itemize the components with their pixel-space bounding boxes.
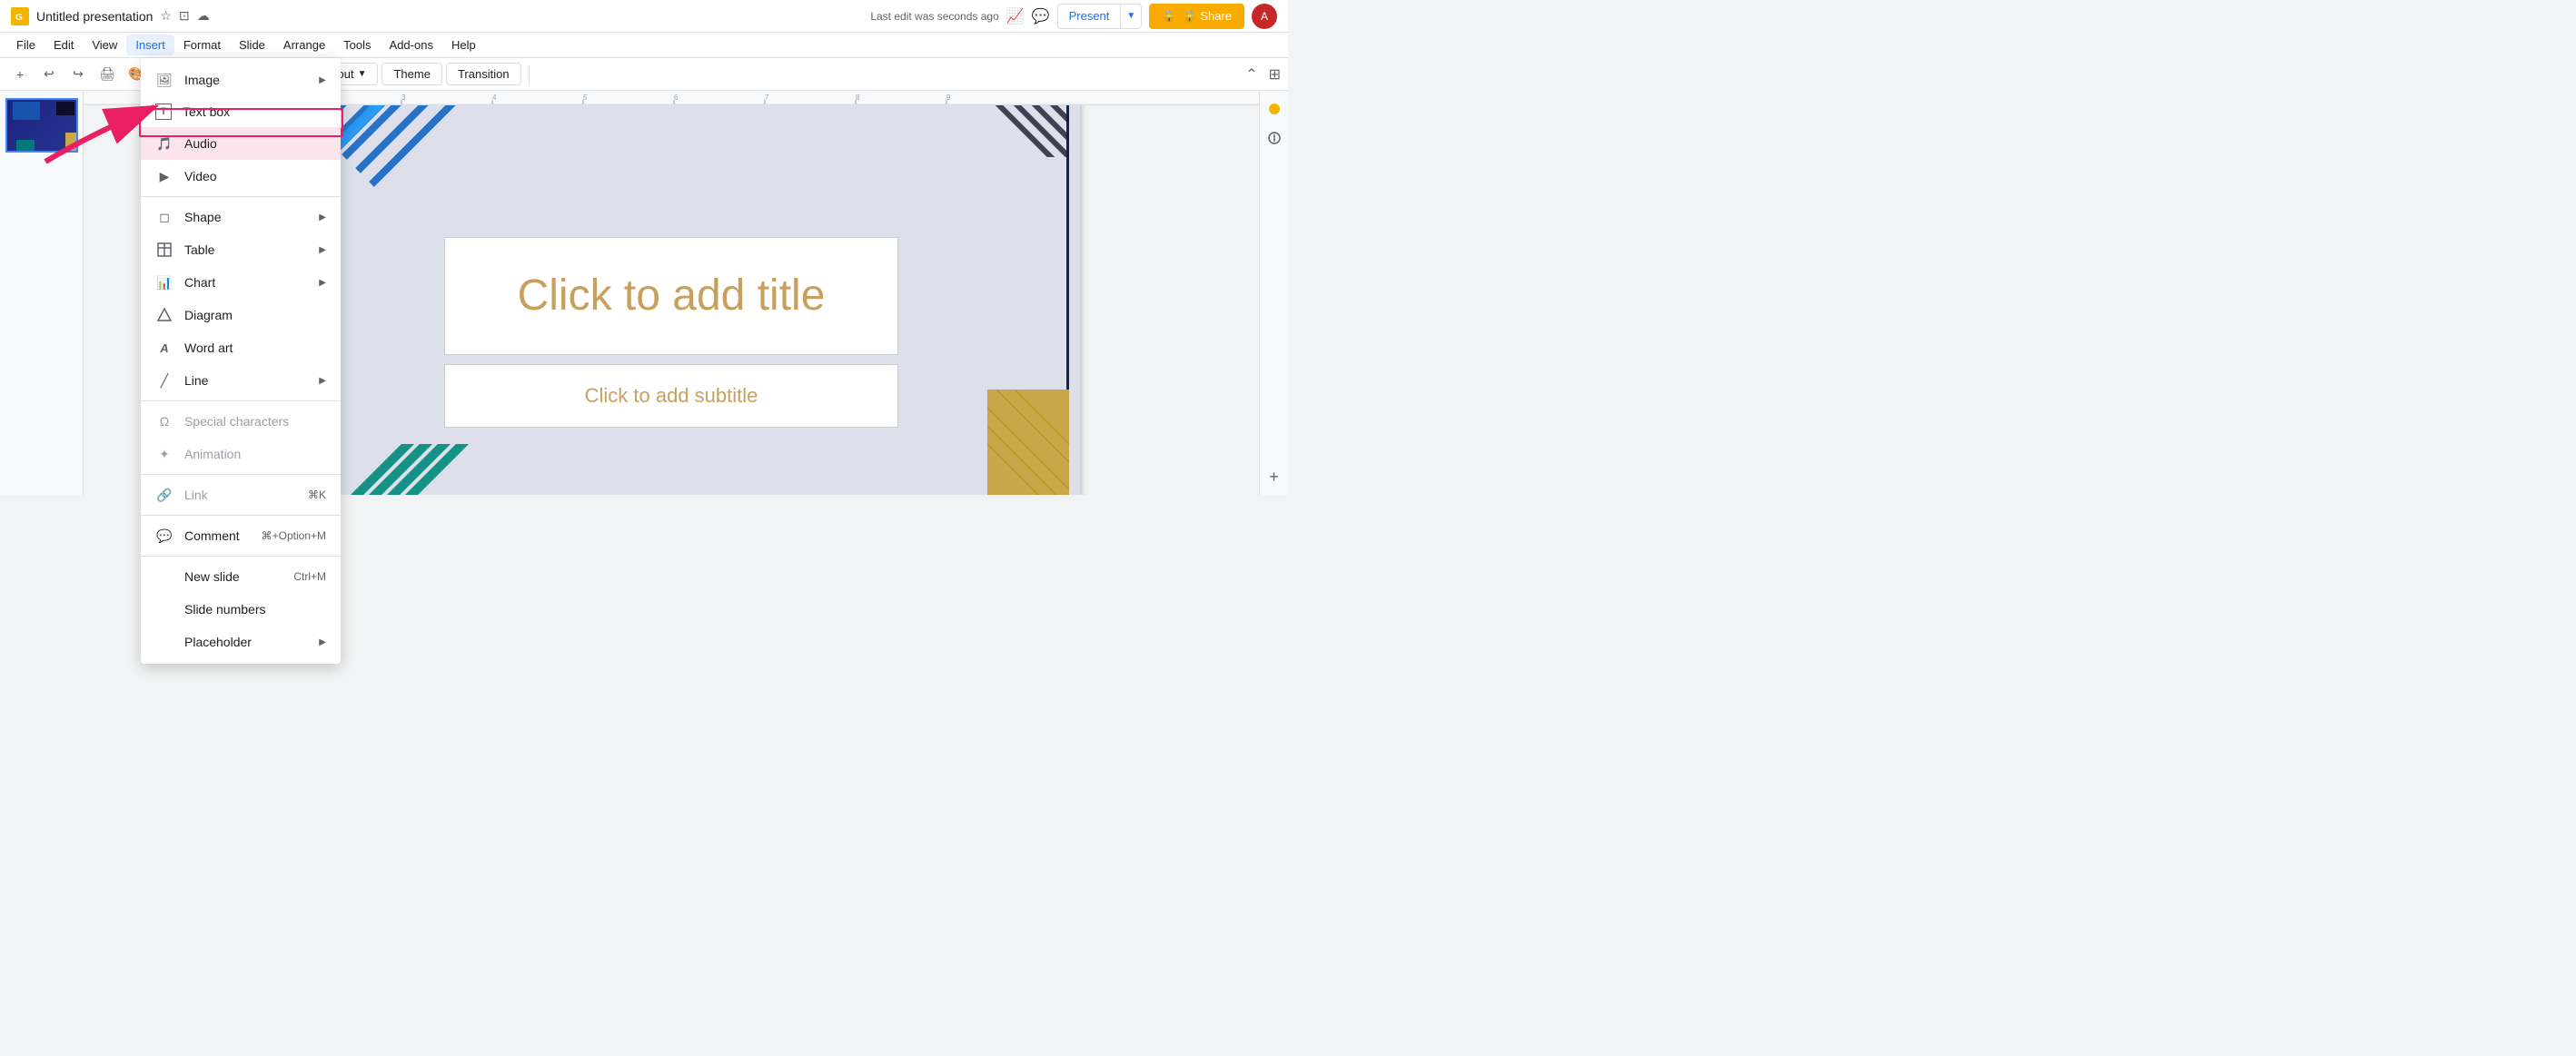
- comment-label: Comment: [184, 528, 251, 543]
- wordart-icon: A: [155, 339, 173, 357]
- special-chars-label: Special characters: [184, 414, 326, 429]
- menu-item-placeholder[interactable]: Placeholder ▶: [141, 626, 341, 658]
- table-icon: [155, 241, 173, 259]
- audio-icon: 🎵: [155, 134, 173, 153]
- wordart-label: Word art: [184, 340, 326, 355]
- new-slide-shortcut: Ctrl+M: [293, 570, 326, 583]
- menu-item-special-chars: Ω Special characters: [141, 405, 341, 438]
- menu-item-textbox[interactable]: T Text box: [141, 96, 341, 127]
- link-label: Link: [184, 488, 297, 502]
- new-slide-icon: [155, 567, 173, 586]
- shape-arrow-icon: ▶: [319, 212, 326, 222]
- table-arrow-icon: ▶: [319, 245, 326, 255]
- menu-divider-4: [141, 515, 341, 516]
- menu-divider-3: [141, 474, 341, 475]
- link-icon: 🔗: [155, 486, 173, 504]
- menu-item-shape[interactable]: ◻ Shape ▶: [141, 201, 341, 233]
- menu-divider-2: [141, 400, 341, 401]
- slide-numbers-label: Slide numbers: [184, 602, 326, 617]
- table-label: Table: [184, 242, 308, 257]
- line-arrow-icon: ▶: [319, 376, 326, 386]
- menu-item-image[interactable]: 🖼 Image ▶: [141, 64, 341, 96]
- line-label: Line: [184, 373, 308, 388]
- comment-icon: 💬: [155, 527, 173, 545]
- image-label: Image: [184, 73, 308, 87]
- menu-item-wordart[interactable]: A Word art: [141, 331, 341, 364]
- menu-item-chart[interactable]: 📊 Chart ▶: [141, 266, 341, 299]
- diagram-label: Diagram: [184, 308, 326, 322]
- placeholder-label: Placeholder: [184, 635, 308, 649]
- menu-item-new-slide[interactable]: New slide Ctrl+M: [141, 560, 341, 593]
- menu-item-diagram[interactable]: Diagram: [141, 299, 341, 331]
- menu-item-comment[interactable]: 💬 Comment ⌘+Option+M: [141, 519, 341, 552]
- special-chars-icon: Ω: [155, 412, 173, 430]
- new-slide-label: New slide: [184, 569, 282, 584]
- shape-label: Shape: [184, 210, 308, 224]
- link-shortcut: ⌘K: [308, 489, 326, 501]
- dropdown-overlay[interactable]: [0, 0, 2576, 1056]
- menu-item-slide-numbers[interactable]: Slide numbers: [141, 593, 341, 626]
- textbox-label: Text box: [183, 104, 326, 119]
- menu-item-link: 🔗 Link ⌘K: [141, 479, 341, 511]
- audio-label: Audio: [184, 136, 326, 151]
- comment-shortcut: ⌘+Option+M: [262, 529, 326, 542]
- animation-label: Animation: [184, 447, 326, 461]
- placeholder-icon: [155, 633, 173, 651]
- placeholder-arrow-icon: ▶: [319, 637, 326, 647]
- menu-item-audio[interactable]: 🎵 Audio: [141, 127, 341, 160]
- line-icon: ╱: [155, 371, 173, 390]
- menu-item-animation: ✦ Animation: [141, 438, 341, 470]
- shape-icon: ◻: [155, 208, 173, 226]
- slide-numbers-icon: [155, 600, 173, 618]
- menu-item-video[interactable]: ▶ Video: [141, 160, 341, 192]
- menu-divider-5: [141, 556, 341, 557]
- chart-icon: 📊: [155, 273, 173, 291]
- chart-arrow-icon: ▶: [319, 278, 326, 288]
- menu-item-line[interactable]: ╱ Line ▶: [141, 364, 341, 397]
- image-arrow-icon: ▶: [319, 75, 326, 85]
- textbox-icon: T: [155, 104, 172, 120]
- animation-icon: ✦: [155, 445, 173, 463]
- image-icon: 🖼: [155, 71, 173, 89]
- video-icon: ▶: [155, 167, 173, 185]
- menu-item-table[interactable]: Table ▶: [141, 233, 341, 266]
- video-label: Video: [184, 169, 326, 183]
- insert-dropdown-menu: 🖼 Image ▶ T Text box 🎵 Audio ▶ Video ◻ S…: [141, 58, 341, 664]
- chart-label: Chart: [184, 275, 308, 290]
- menu-divider-1: [141, 196, 341, 197]
- diagram-icon: [155, 306, 173, 324]
